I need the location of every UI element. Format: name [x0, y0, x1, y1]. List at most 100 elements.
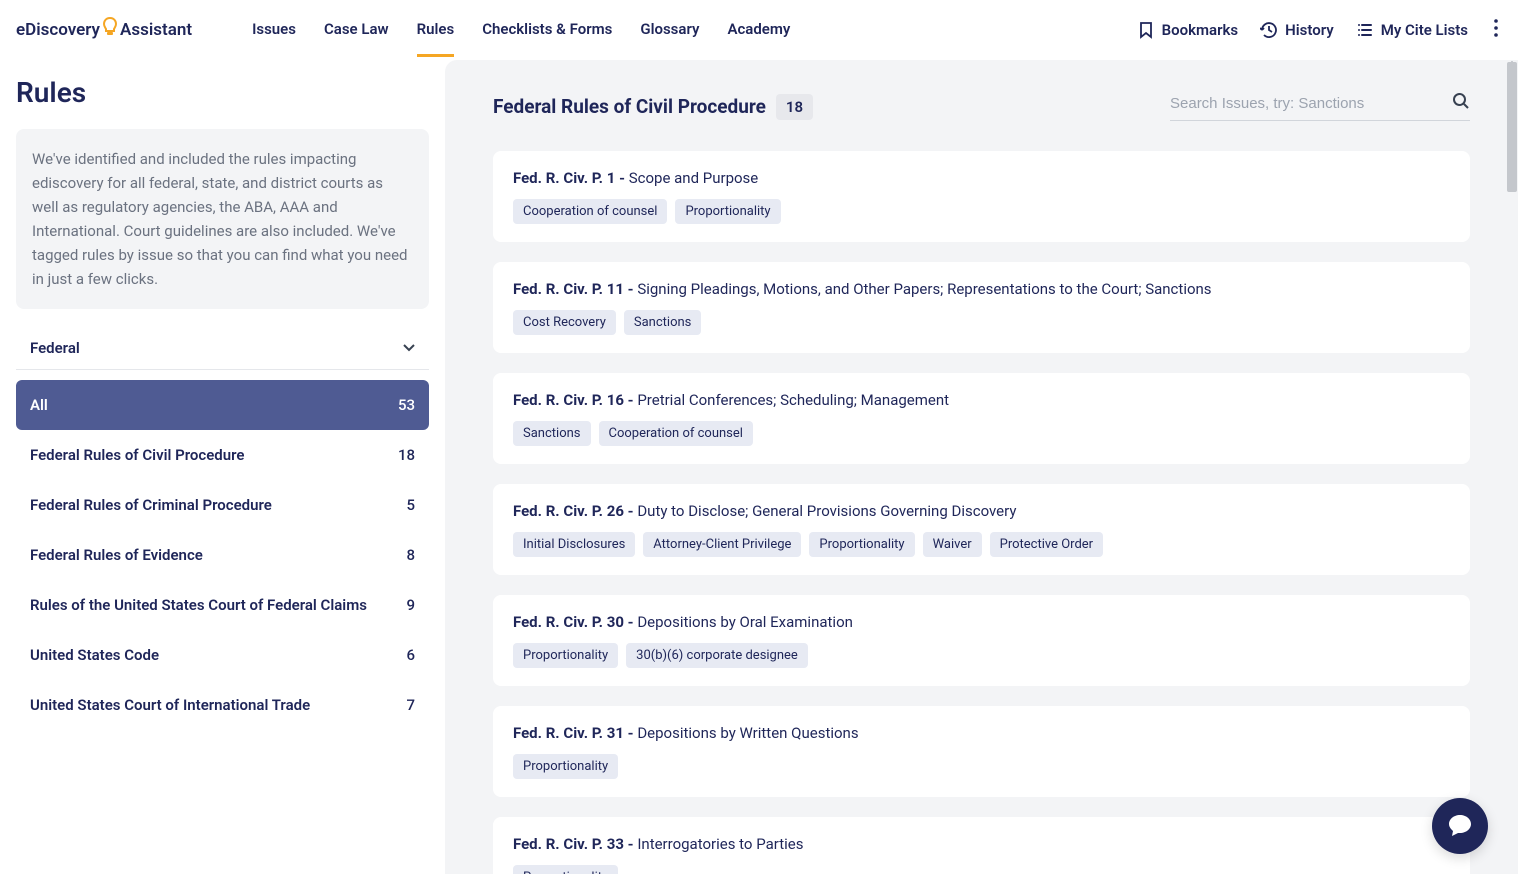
sidebar-item-count: 7 — [406, 696, 415, 714]
sidebar-item-count: 18 — [398, 446, 415, 464]
rule-citation: Fed. R. Civ. P. 30 - — [513, 613, 637, 631]
rule-card-4[interactable]: Fed. R. Civ. P. 30 - Depositions by Oral… — [493, 595, 1470, 686]
sidebar-item-2[interactable]: Federal Rules of Criminal Procedure 5 — [16, 480, 429, 530]
nav-tab-rules[interactable]: Rules — [417, 2, 455, 57]
logo[interactable]: eDiscovery Assistant — [16, 17, 192, 42]
content-title-group: Federal Rules of Civil Procedure 18 — [493, 94, 813, 120]
sidebar-item-1[interactable]: Federal Rules of Civil Procedure 18 — [16, 430, 429, 480]
nav-tab-case-law[interactable]: Case Law — [324, 2, 389, 57]
bookmark-icon — [1137, 21, 1155, 39]
tag[interactable]: Proportionality — [809, 532, 914, 557]
content: Federal Rules of Civil Procedure 18 Fed.… — [445, 60, 1518, 874]
jurisdiction-filter[interactable]: Federal — [16, 327, 429, 370]
nav-tabs: Issues Case Law Rules Checklists & Forms Glo… — [252, 2, 790, 57]
rule-card-6[interactable]: Fed. R. Civ. P. 33 - Interrogatories to … — [493, 817, 1470, 874]
tag[interactable]: Sanctions — [513, 421, 591, 446]
history-icon — [1260, 21, 1278, 39]
rule-card-1[interactable]: Fed. R. Civ. P. 11 - Signing Pleadings, … — [493, 262, 1470, 353]
sidebar-item-label: All — [30, 396, 48, 414]
tag[interactable]: Initial Disclosures — [513, 532, 635, 557]
sidebar-item-4[interactable]: Rules of the United States Court of Fede… — [16, 580, 429, 630]
rule-card-0[interactable]: Fed. R. Civ. P. 1 - Scope and Purpose Coo… — [493, 151, 1470, 242]
cite-lists-link[interactable]: My Cite Lists — [1356, 21, 1468, 39]
sidebar-item-3[interactable]: Federal Rules of Evidence8 — [16, 530, 429, 580]
tag[interactable]: Waiver — [923, 532, 982, 557]
chevron-down-icon — [403, 341, 415, 355]
rule-citation: Fed. R. Civ. P. 26 - — [513, 502, 637, 520]
logo-prefix: eDiscovery — [16, 20, 100, 40]
tag[interactable]: Attorney-Client Privilege — [643, 532, 801, 557]
tag[interactable]: Protective Order — [990, 532, 1103, 557]
rule-title: Fed. R. Civ. P. 30 - Depositions by Oral… — [513, 613, 1450, 631]
content-header: Federal Rules of Civil Procedure 18 — [493, 92, 1470, 121]
tag[interactable]: Cooperation of counsel — [599, 421, 753, 446]
sidebar-item-label: Federal Rules of Criminal Procedure — [30, 496, 272, 514]
main: Rules We've identified and included the … — [0, 60, 1518, 874]
rule-title: Fed. R. Civ. P. 26 - Duty to Disclose; G… — [513, 502, 1450, 520]
history-link[interactable]: History — [1260, 21, 1334, 39]
sidebar-item-0[interactable]: All 53 — [16, 380, 429, 430]
chat-bubble[interactable] — [1432, 798, 1488, 854]
sidebar-item-label: Federal Rules of Civil Procedure — [30, 446, 244, 464]
scrollbar-track[interactable]: ▴ — [1506, 60, 1518, 874]
rule-name: Signing Pleadings, Motions, and Other Pa… — [637, 280, 1211, 298]
more-menu-icon[interactable] — [1490, 15, 1502, 45]
sidebar-item-label: Rules of the United States Court of Fede… — [30, 596, 367, 614]
rule-card-5[interactable]: Fed. R. Civ. P. 31 - Depositions by Writ… — [493, 706, 1470, 797]
search-icon[interactable] — [1452, 92, 1470, 114]
page-title: Rules — [16, 76, 429, 109]
rule-name: Depositions by Written Questions — [637, 724, 858, 742]
cite-lists-label: My Cite Lists — [1381, 21, 1468, 39]
sidebar-item-label: United States Court of International Tra… — [30, 696, 310, 714]
sidebar-item-count: 9 — [406, 596, 415, 614]
bookmarks-link[interactable]: Bookmarks — [1137, 21, 1239, 39]
rule-title: Fed. R. Civ. P. 11 - Signing Pleadings, … — [513, 280, 1450, 298]
logo-suffix: Assistant — [120, 20, 192, 40]
rule-card-3[interactable]: Fed. R. Civ. P. 26 - Duty to Disclose; G… — [493, 484, 1470, 575]
tags: Sanctions Cooperation of counsel — [513, 421, 1450, 446]
tag[interactable]: Cost Recovery — [513, 310, 616, 335]
tag[interactable]: Proportionality — [513, 754, 618, 779]
tag[interactable]: Proportionality — [513, 643, 618, 668]
sidebar-item-6[interactable]: United States Court of International Tra… — [16, 680, 429, 730]
rule-citation: Fed. R. Civ. P. 31 - — [513, 724, 637, 742]
sidebar: Rules We've identified and included the … — [0, 60, 445, 874]
rule-citation: Fed. R. Civ. P. 1 - — [513, 169, 629, 187]
bookmarks-label: Bookmarks — [1162, 21, 1239, 39]
tag[interactable]: 30(b)(6) corporate designee — [626, 643, 808, 668]
content-title: Federal Rules of Civil Procedure — [493, 95, 766, 118]
sidebar-item-count: 53 — [398, 396, 415, 414]
sidebar-item-label: United States Code — [30, 646, 159, 664]
count-badge: 18 — [776, 94, 813, 120]
scrollbar-thumb[interactable] — [1507, 62, 1517, 192]
rule-card-2[interactable]: Fed. R. Civ. P. 16 - Pretrial Conference… — [493, 373, 1470, 464]
search-input[interactable] — [1170, 95, 1452, 112]
rule-citation: Fed. R. Civ. P. 16 - — [513, 391, 637, 409]
header: eDiscovery Assistant Issues Case Law Rules… — [0, 0, 1518, 60]
sidebar-item-count: 5 — [406, 496, 415, 514]
tag[interactable]: Proportionality — [675, 199, 780, 224]
rule-citation: Fed. R. Civ. P. 11 - — [513, 280, 637, 298]
nav-tab-checklists-forms[interactable]: Checklists & Forms — [482, 2, 612, 57]
rule-name: Interrogatories to Parties — [637, 835, 803, 853]
content-wrapper: Federal Rules of Civil Procedure 18 Fed.… — [445, 60, 1518, 874]
sidebar-item-label: Federal Rules of Evidence — [30, 546, 203, 564]
rule-title: Fed. R. Civ. P. 1 - Scope and Purpose — [513, 169, 1450, 187]
sidebar-items: All53Federal Rules of Civil Procedure18F… — [16, 380, 429, 730]
nav-tab-glossary[interactable]: Glossary — [640, 2, 699, 57]
bulb-icon — [102, 17, 118, 42]
rule-name: Pretrial Conferences; Scheduling; Manage… — [637, 391, 949, 409]
sidebar-item-count: 6 — [406, 646, 415, 664]
nav-tab-issues[interactable]: Issues — [252, 2, 296, 57]
tag[interactable]: Cooperation of counsel — [513, 199, 667, 224]
nav-tab-academy[interactable]: Academy — [727, 2, 790, 57]
rule-name: Scope and Purpose — [629, 169, 759, 187]
sidebar-item-5[interactable]: United States Code 6 — [16, 630, 429, 680]
rule-name: Duty to Disclose; General Provisions Gov… — [637, 502, 1016, 520]
filter-label: Federal — [30, 339, 80, 357]
info-box: We've identified and included the rules … — [16, 129, 429, 309]
tag[interactable]: Proportionality — [513, 865, 618, 874]
search-box — [1170, 92, 1470, 121]
rule-title: Fed. R. Civ. P. 33 - Interrogatories to … — [513, 835, 1450, 853]
tag[interactable]: Sanctions — [624, 310, 702, 335]
